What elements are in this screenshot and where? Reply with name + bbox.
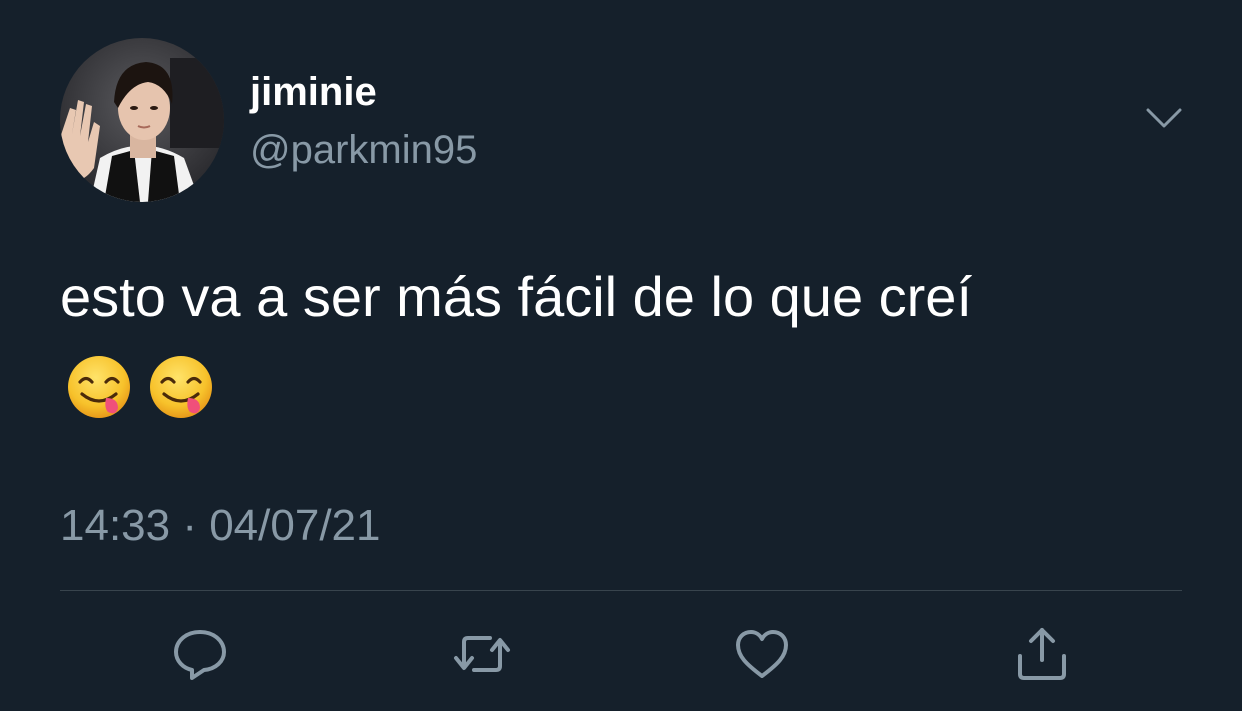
- heart-icon: [736, 630, 788, 678]
- emoji-row: [66, 354, 214, 424]
- reply-button[interactable]: [170, 624, 230, 684]
- face-savoring-food-emoji: [150, 356, 212, 418]
- reply-icon: [174, 630, 226, 680]
- tweet-card: jiminie @parkmin95 esto va a ser más fác…: [0, 0, 1242, 711]
- face-savoring-food-emoji: [68, 356, 130, 418]
- share-icon: [1018, 628, 1066, 680]
- retweet-button[interactable]: [452, 624, 512, 684]
- tweet-timestamp[interactable]: 14:33 · 04/07/21: [60, 500, 380, 552]
- avatar[interactable]: [60, 38, 224, 202]
- divider: [60, 590, 1182, 591]
- user-handle[interactable]: @parkmin95: [250, 124, 477, 176]
- tweet-text: esto va a ser más fácil de lo que creí: [60, 265, 972, 328]
- retweet-icon: [454, 636, 510, 672]
- profile-photo-icon: [60, 38, 224, 202]
- like-button[interactable]: [732, 624, 792, 684]
- share-button[interactable]: [1012, 624, 1072, 684]
- chevron-down-icon[interactable]: [1144, 104, 1184, 134]
- display-name[interactable]: jiminie: [250, 66, 377, 118]
